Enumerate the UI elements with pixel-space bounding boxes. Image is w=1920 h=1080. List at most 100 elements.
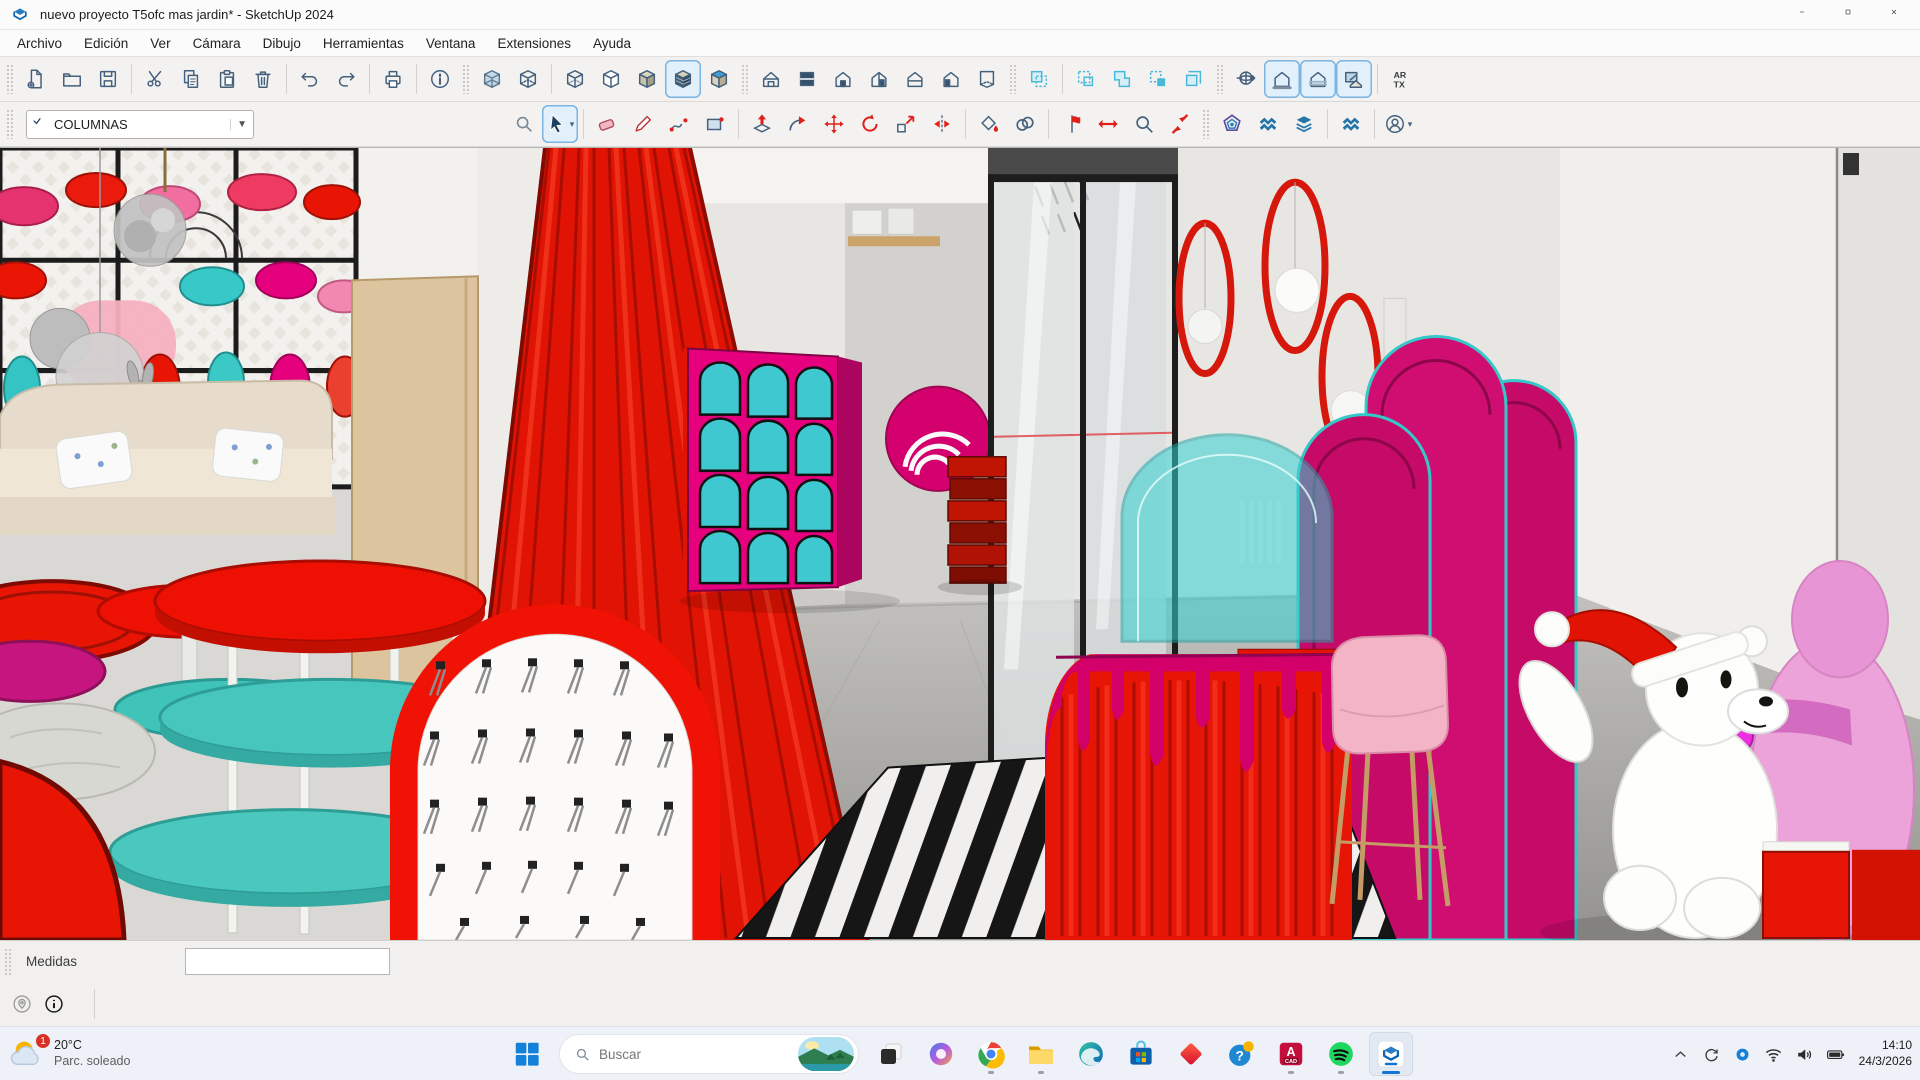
toolbar-drag-handle[interactable] (741, 64, 749, 94)
tag-selector-dropdown[interactable]: COLUMNAS ▼ (26, 110, 254, 139)
print-button[interactable] (375, 60, 411, 98)
artx-extension-button[interactable]: ARTX (1383, 60, 1419, 98)
tray-app-icon[interactable] (1730, 1042, 1755, 1067)
freehand-tool-button[interactable] (661, 105, 697, 143)
measurements-drag-handle[interactable] (4, 948, 12, 976)
model-viewport[interactable] (0, 147, 1920, 940)
line-tool-button[interactable] (625, 105, 661, 143)
view-front-button[interactable] (825, 60, 861, 98)
red-diamond-app-button[interactable] (1169, 1032, 1213, 1076)
view-right-button[interactable] (861, 60, 897, 98)
search-input[interactable] (599, 1047, 790, 1062)
menu-extensiones[interactable]: Extensiones (486, 30, 582, 57)
style-back-edges-button[interactable] (510, 60, 546, 98)
undo-button[interactable] (292, 60, 328, 98)
extension-chevrons-2-button[interactable] (1333, 105, 1369, 143)
style-hidden-line-button[interactable] (593, 60, 629, 98)
view-left-button[interactable] (933, 60, 969, 98)
eraser-tool-button[interactable] (589, 105, 625, 143)
open-file-button[interactable] (54, 60, 90, 98)
delete-button[interactable] (245, 60, 281, 98)
sync-icon[interactable] (1699, 1042, 1724, 1067)
pan-tool-button[interactable] (1090, 105, 1126, 143)
toolbar-drag-handle[interactable] (6, 64, 14, 94)
menu-ver[interactable]: Ver (139, 30, 181, 57)
rectangle-tool-button[interactable] (697, 105, 733, 143)
extension-chevrons-button[interactable] (1250, 105, 1286, 143)
match-photo-toggle-button[interactable] (1336, 60, 1372, 98)
display-section-fill-button[interactable] (1140, 60, 1176, 98)
sketchup-button[interactable] (1369, 1032, 1413, 1076)
help-app-button[interactable]: ? (1219, 1032, 1263, 1076)
style-wireframe-button[interactable] (557, 60, 593, 98)
info-icon[interactable] (44, 994, 64, 1014)
style-monochrome-button[interactable] (701, 60, 737, 98)
display-section-cuts-button[interactable] (1104, 60, 1140, 98)
view-bottom-button[interactable] (969, 60, 1005, 98)
account-button[interactable]: ▾ (1380, 105, 1416, 143)
follow-me-tool-button[interactable] (780, 105, 816, 143)
axes-tool-button[interactable] (1054, 105, 1090, 143)
rotate-tool-button[interactable] (852, 105, 888, 143)
search-box[interactable] (559, 1034, 859, 1074)
minimize-button[interactable] (1782, 0, 1828, 30)
section-plane-button[interactable] (1021, 60, 1057, 98)
view-iso-button[interactable] (753, 60, 789, 98)
paste-button[interactable] (209, 60, 245, 98)
task-view-button[interactable] (869, 1032, 913, 1076)
start-button-button[interactable] (505, 1032, 549, 1076)
maximize-button[interactable] (1828, 0, 1874, 30)
menu-edicion[interactable]: Edición (73, 30, 139, 57)
toolbar-drag-handle[interactable] (6, 109, 14, 139)
copy-button[interactable] (173, 60, 209, 98)
extension-concentric-button[interactable] (1214, 105, 1250, 143)
search-tool-button[interactable] (506, 105, 542, 143)
microsoft-store-button[interactable] (1119, 1032, 1163, 1076)
edge-button[interactable] (1069, 1032, 1113, 1076)
fog-toggle-button[interactable] (1300, 60, 1336, 98)
select-tool-button[interactable]: ▾ (542, 105, 578, 143)
save-file-button[interactable] (90, 60, 126, 98)
scale-tool-button[interactable] (888, 105, 924, 143)
zoom-tool-button[interactable] (1126, 105, 1162, 143)
geolocation-icon[interactable] (12, 994, 32, 1014)
style-xray-button[interactable] (474, 60, 510, 98)
wifi-icon[interactable] (1761, 1042, 1786, 1067)
push-pull-tool-button[interactable] (744, 105, 780, 143)
weather-widget[interactable]: 1 20°C Parc. soleado (10, 1027, 130, 1080)
flip-tool-button[interactable] (924, 105, 960, 143)
shadows-toggle-button[interactable] (1264, 60, 1300, 98)
copilot-button[interactable] (919, 1032, 963, 1076)
chevron-up-icon[interactable] (1668, 1042, 1693, 1067)
add-location-button[interactable] (1228, 60, 1264, 98)
menu-camara[interactable]: Cámara (182, 30, 252, 57)
weld-tool-button[interactable] (1007, 105, 1043, 143)
view-back-button[interactable] (897, 60, 933, 98)
close-button[interactable] (1874, 0, 1920, 30)
autocad-button[interactable]: ACAD (1269, 1032, 1313, 1076)
view-top-button[interactable] (789, 60, 825, 98)
menu-dibujo[interactable]: Dibujo (252, 30, 312, 57)
measurements-input[interactable] (185, 948, 390, 975)
style-shaded-textures-button[interactable] (665, 60, 701, 98)
move-tool-button[interactable] (816, 105, 852, 143)
menu-herramientas[interactable]: Herramientas (312, 30, 415, 57)
chrome-button[interactable] (969, 1032, 1013, 1076)
file-explorer-button[interactable] (1019, 1032, 1063, 1076)
style-shaded-button[interactable] (629, 60, 665, 98)
redo-button[interactable] (328, 60, 364, 98)
toolbar-drag-handle[interactable] (1202, 109, 1210, 139)
model-info-button[interactable] (422, 60, 458, 98)
paint-bucket-tool-button[interactable] (971, 105, 1007, 143)
volume-icon[interactable] (1792, 1042, 1817, 1067)
menu-ayuda[interactable]: Ayuda (582, 30, 642, 57)
toolbar-drag-handle[interactable] (462, 64, 470, 94)
new-file-button[interactable] (18, 60, 54, 98)
display-section-outer-button[interactable] (1176, 60, 1212, 98)
taskbar-clock[interactable]: 14:10 24/3/2026 (1859, 1038, 1912, 1069)
menu-archivo[interactable]: Archivo (6, 30, 73, 57)
zoom-window-tool-button[interactable] (1162, 105, 1198, 143)
toolbar-drag-handle[interactable] (1009, 64, 1017, 94)
cut-button[interactable] (137, 60, 173, 98)
toolbar-drag-handle[interactable] (1216, 64, 1224, 94)
